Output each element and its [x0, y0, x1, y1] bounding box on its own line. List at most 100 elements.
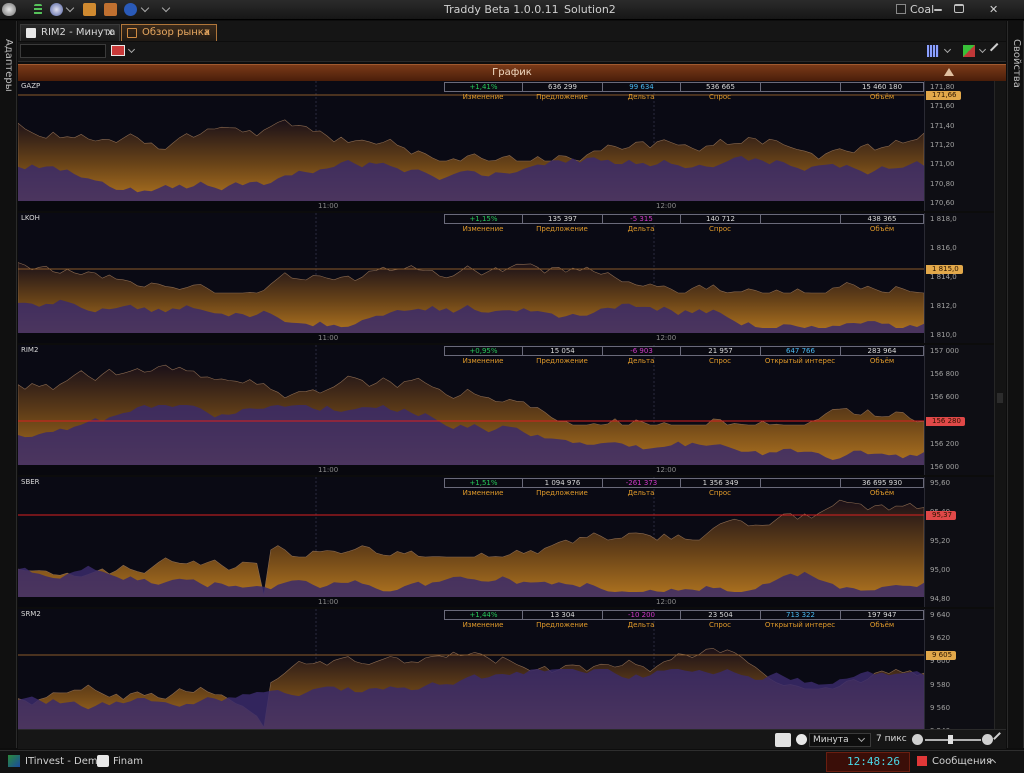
- settings-icon[interactable]: [104, 3, 117, 16]
- tab-market-overview[interactable]: Обзор рынка x: [121, 24, 217, 41]
- stat-offer: 15 054 Предложение: [522, 346, 602, 368]
- close-button[interactable]: ✕: [989, 3, 998, 17]
- maximize-button[interactable]: [954, 4, 964, 13]
- app-logo-icon[interactable]: [2, 3, 16, 16]
- left-panel[interactable]: Адаптеры: [0, 21, 17, 748]
- stat-label: Изменение: [462, 357, 504, 365]
- info-icon[interactable]: [124, 3, 137, 16]
- pin-icon[interactable]: [989, 42, 1005, 58]
- stat-change: +0,95% Изменение: [444, 346, 522, 368]
- chart-pane-sber[interactable]: SBER +1,51% Изменение 1 094 976 Предложение -…: [18, 477, 994, 607]
- right-panel[interactable]: Свойства: [1007, 21, 1024, 748]
- broker-label[interactable]: Finam: [113, 754, 143, 770]
- last-price-badge: 156 280: [926, 417, 965, 426]
- chevron-down-icon[interactable]: [161, 3, 171, 13]
- stat-label: Объём: [869, 489, 895, 497]
- stat-change: +1,41% Изменение: [444, 82, 522, 104]
- stat-volume: 197 947 Объём: [840, 610, 924, 632]
- chart-pane-srm2[interactable]: SRM2 +1,44% Изменение 13 304 Предложение -10 …: [18, 609, 994, 739]
- connect-icon[interactable]: [50, 3, 63, 16]
- sort-icon[interactable]: [963, 45, 975, 57]
- clock-button[interactable]: [775, 733, 791, 747]
- collapse-icon[interactable]: [944, 68, 954, 76]
- clock-time: 12:48:26: [847, 755, 900, 768]
- tab-label: Обзор рынка: [142, 27, 210, 38]
- stat-delta: -261 373 Дельта: [602, 478, 680, 500]
- chevron-down-icon[interactable]: [140, 3, 150, 13]
- messages-icon[interactable]: [917, 756, 927, 766]
- chart-pane-rim2[interactable]: RIM2 +0,95% Изменение 15 054 Предложение -6 9…: [18, 345, 994, 475]
- minimize-button[interactable]: [934, 9, 942, 11]
- price-tick: 170,80: [930, 179, 955, 188]
- time-tick: 12:00: [656, 598, 677, 606]
- stat-value: [760, 478, 840, 488]
- finam-icon[interactable]: [97, 755, 109, 767]
- stat-label: Дельта: [627, 225, 655, 233]
- save-icon[interactable]: [83, 3, 96, 16]
- price-axis[interactable]: [924, 609, 994, 739]
- price-tick: 171,40: [930, 121, 955, 130]
- price-axis[interactable]: [924, 345, 994, 475]
- stat-value: 140 712: [680, 214, 760, 224]
- chevron-down-icon[interactable]: [978, 45, 987, 54]
- chevron-down-icon[interactable]: [65, 3, 75, 13]
- tab-rim2-minute[interactable]: RIM2 - Минута x: [20, 24, 120, 41]
- price-tick: 9 640: [930, 611, 951, 619]
- stat-change: +1,51% Изменение: [444, 478, 522, 500]
- price-tick: 156 800: [930, 370, 959, 379]
- stat-value: 1 356 349: [680, 478, 760, 488]
- menu-icon[interactable]: [34, 4, 42, 15]
- stat-label: Изменение: [462, 225, 504, 233]
- stat-label: Предложение: [536, 489, 588, 497]
- properties-label[interactable]: Свойства: [1011, 39, 1022, 88]
- app-title: Traddy Beta 1.0.0.11: [444, 3, 559, 16]
- account-icon[interactable]: [8, 755, 20, 767]
- scroll-thumb[interactable]: [997, 393, 1003, 403]
- time-tick: 11:00: [318, 598, 339, 606]
- stat-label: Открытый интерес: [764, 621, 836, 629]
- zoom-out-button[interactable]: [912, 734, 923, 745]
- stat-label: Открытый интерес: [764, 357, 836, 365]
- chart-area[interactable]: GAZP +1,41% Изменение 636 299 Предложение 99 …: [18, 81, 994, 739]
- price-tick: 1 814,0: [930, 273, 957, 281]
- stats-panel: +1,15% Изменение 135 397 Предложение -5 315 Д…: [444, 214, 924, 236]
- stat-label: Предложение: [536, 621, 588, 629]
- stat-value: 536 665: [680, 82, 760, 92]
- price-tick: 157 000: [930, 347, 959, 355]
- zoom-in-button[interactable]: [982, 734, 993, 745]
- stat-label: Изменение: [462, 489, 504, 497]
- layout-icon[interactable]: [927, 45, 939, 57]
- theme-checkbox[interactable]: [896, 4, 906, 14]
- timeframe-icon[interactable]: [796, 734, 807, 745]
- stat-label: Дельта: [627, 489, 655, 497]
- tab-label: RIM2 - Минута: [41, 27, 116, 38]
- tab-close-button[interactable]: x: [107, 25, 113, 41]
- price-tick: 95,60: [930, 479, 951, 487]
- tab-close-button[interactable]: x: [204, 25, 210, 41]
- chart-pane-lkoh[interactable]: LKOH +1,15% Изменение 135 397 Предложение -5 …: [18, 213, 994, 343]
- symbol-input[interactable]: [20, 44, 106, 58]
- zoom-slider[interactable]: [925, 739, 981, 741]
- stat-value: 636 299: [522, 82, 602, 92]
- chevron-down-icon[interactable]: [943, 45, 952, 54]
- price-tick: 1 816,0: [930, 244, 957, 252]
- vertical-scrollbar[interactable]: [994, 81, 1006, 729]
- title-bar: Traddy Beta 1.0.0.11 Solution2 Coal ✕: [0, 0, 1024, 20]
- stat-label: Дельта: [627, 357, 655, 365]
- account-label[interactable]: ITinvest - Demo: [25, 754, 104, 770]
- stat-oi: [760, 214, 840, 236]
- stat-label: Объём: [869, 621, 895, 629]
- stat-label: Объём: [869, 93, 895, 101]
- symbol-title: SBER: [21, 478, 40, 486]
- zoom-slider-thumb[interactable]: [948, 735, 953, 744]
- stat-label: Предложение: [536, 93, 588, 101]
- time-tick: 11:00: [318, 202, 339, 210]
- time-axis: [18, 333, 924, 343]
- adapters-label[interactable]: Адаптеры: [3, 39, 14, 92]
- add-chart-button[interactable]: [111, 45, 125, 56]
- pin-icon[interactable]: [993, 732, 1006, 745]
- chevron-down-icon[interactable]: [127, 45, 136, 54]
- chart-pane-gazp[interactable]: GAZP +1,41% Изменение 636 299 Предложение 99 …: [18, 81, 994, 211]
- messages-button[interactable]: Сообщения: [932, 754, 992, 770]
- stat-value: [760, 82, 840, 92]
